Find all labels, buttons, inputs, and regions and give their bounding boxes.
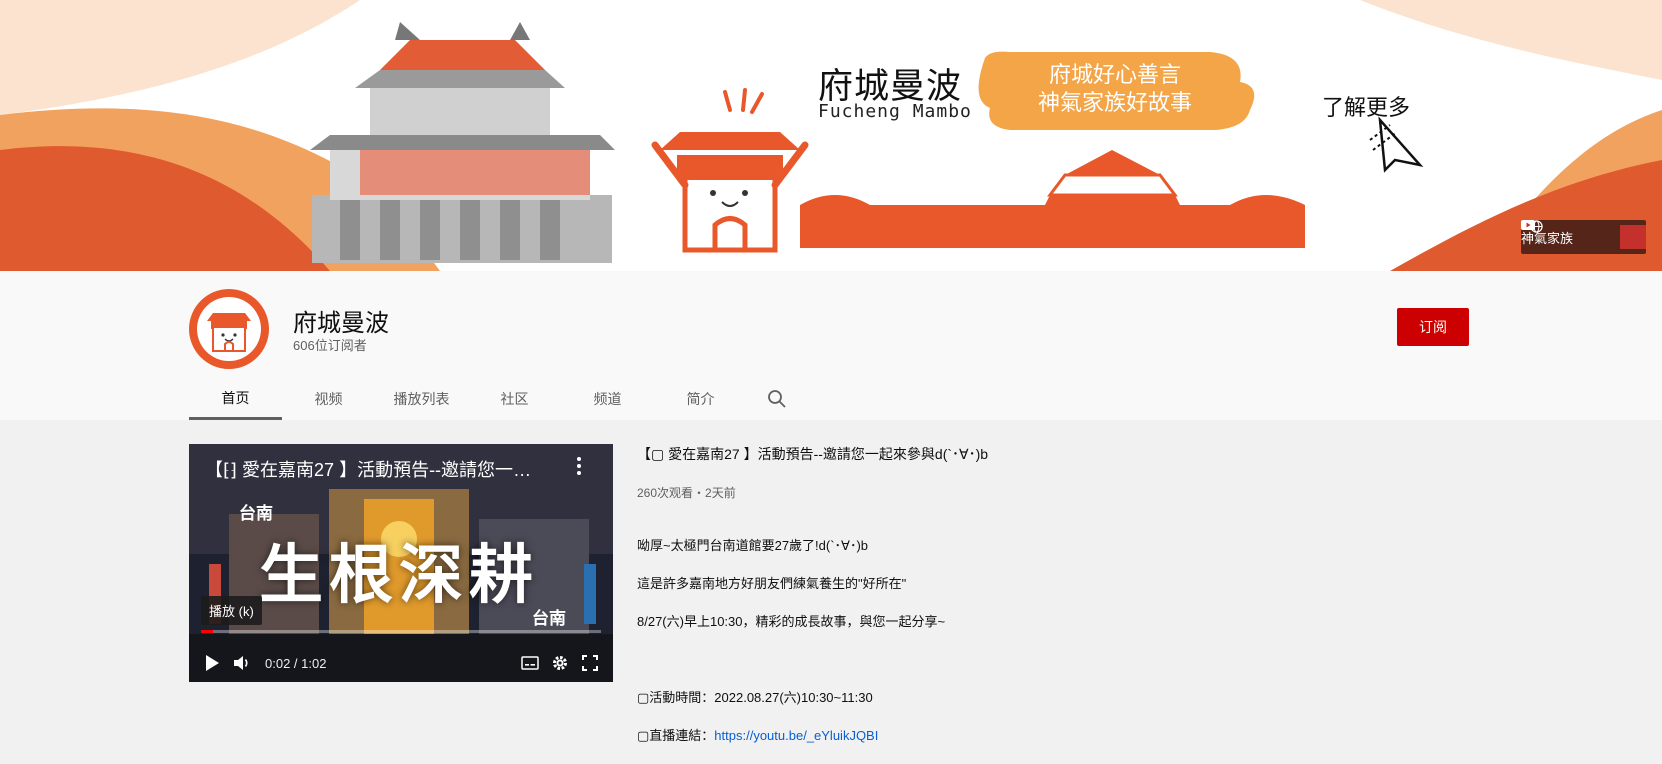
banner-cloud-text: 府城好心善言 神氣家族好故事 xyxy=(985,62,1245,118)
channel-banner: 府城曼波 Fucheng Mambo 府城好心善言 神氣家族好故事 了解更多 神… xyxy=(0,0,1662,271)
desc-link-prefix: ▢直播連結： xyxy=(637,728,715,743)
more-options-icon[interactable] xyxy=(569,454,589,478)
video-overlay-title: 【⁅⁆ 愛在嘉南27 】活動預告--邀請您一起... xyxy=(205,460,545,480)
video-info: 【▢ 愛在嘉南27 】活動預告--邀請您一起來參與d(`･∀･)b 260次观看… xyxy=(637,444,1537,764)
banner-link-label: 神氣家族 xyxy=(1521,230,1574,246)
progress-bar[interactable] xyxy=(201,630,601,633)
video-meta: 260次观看・2天前 xyxy=(637,486,736,500)
subscriber-count: 606位订阅者 xyxy=(293,338,367,353)
desc-line: 這是許多嘉南地方好朋友們練氣養生的"好所在" xyxy=(637,576,907,591)
cloud-line-1: 府城好心善言 xyxy=(1048,63,1181,88)
youtube-icon xyxy=(1521,220,1646,249)
tab-community[interactable]: 社区 xyxy=(468,378,561,420)
player-controls: 0:02 / 1:02 xyxy=(189,644,613,682)
desc-line: 呦厚~太極門台南道館要27歲了!d(`･∀･)b xyxy=(637,538,869,553)
tab-channels[interactable]: 频道 xyxy=(561,378,654,420)
mascot-illustration xyxy=(651,88,809,253)
volume-icon[interactable] xyxy=(227,648,257,678)
wall-illustration xyxy=(800,150,1305,248)
tab-videos[interactable]: 视频 xyxy=(282,378,375,420)
cloud-line-2: 神氣家族好故事 xyxy=(1037,91,1192,116)
subtitles-icon[interactable] xyxy=(515,648,545,678)
play-icon[interactable] xyxy=(197,648,227,678)
video-caption-bottom: 台南 xyxy=(532,609,566,628)
live-stream-link[interactable]: https://youtu.be/_eYluikJQBI xyxy=(714,728,878,743)
banner-artwork xyxy=(0,0,1662,271)
banner-subtitle: Fucheng Mambo xyxy=(818,101,972,122)
video-player[interactable]: 【⁅⁆ 愛在嘉南27 】活動預告--邀請您一起... 台南 生根深耕 台南 播放… xyxy=(189,444,613,682)
channel-avatar[interactable] xyxy=(189,289,269,369)
video-title-link[interactable]: 【▢ 愛在嘉南27 】活動預告--邀請您一起來參與d(`･∀･)b xyxy=(637,444,1537,464)
banner-learn-more: 了解更多 xyxy=(1322,96,1411,121)
channel-tabs: 首页 视频 播放列表 社区 频道 简介 xyxy=(189,378,807,420)
tab-playlists[interactable]: 播放列表 xyxy=(375,378,468,420)
temple-illustration xyxy=(310,22,615,263)
desc-line: ▢活動時間：2022.08.27(六)10:30~11:30 xyxy=(637,690,873,705)
fullscreen-icon[interactable] xyxy=(575,648,605,678)
video-calligraphy: 生根深耕 xyxy=(259,538,539,613)
progress-fill xyxy=(201,630,213,633)
video-caption-top: 台南 xyxy=(239,504,273,523)
play-tooltip: 播放 (k) xyxy=(201,596,262,625)
tab-home[interactable]: 首页 xyxy=(189,378,282,420)
video-description: 呦厚~太極門台南道館要27歲了!d(`･∀･)b 這是許多嘉南地方好朋友們練氣養… xyxy=(637,517,1537,764)
gear-icon[interactable] xyxy=(545,648,575,678)
desc-line: 8/27(六)早上10:30，精彩的成長故事，與您一起分享~ xyxy=(637,614,946,629)
tab-about[interactable]: 简介 xyxy=(654,378,747,420)
search-icon[interactable] xyxy=(747,378,807,420)
desc-line xyxy=(637,650,1537,669)
channel-name: 府城曼波 xyxy=(293,310,389,337)
desc-link-line: ▢直播連結：https://youtu.be/_eYluikJQBI xyxy=(637,726,1537,745)
banner-link-button[interactable]: 神氣家族 xyxy=(1521,220,1646,254)
video-time: 0:02 / 1:02 xyxy=(265,655,327,671)
subscribe-button[interactable]: 订阅 xyxy=(1397,308,1469,346)
